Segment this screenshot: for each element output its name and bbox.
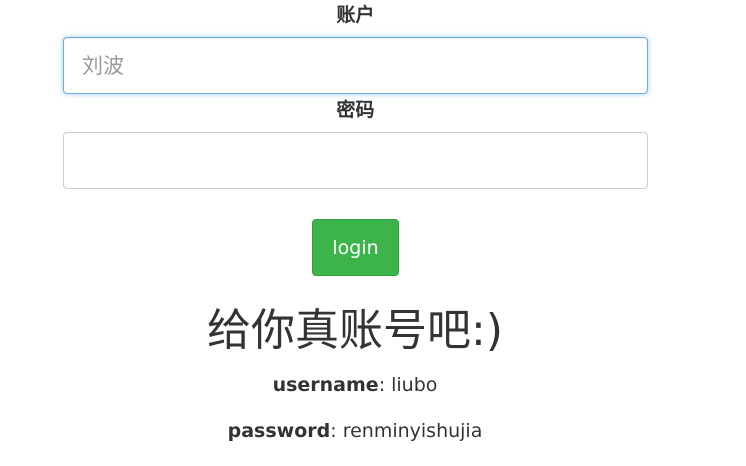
- password-input[interactable]: [63, 132, 648, 189]
- username-key: username: [272, 374, 379, 396]
- account-label: 账户: [336, 4, 375, 26]
- password-label: 密码: [336, 99, 375, 121]
- username-hint: username: liubo: [0, 372, 710, 398]
- login-button[interactable]: login: [312, 219, 399, 276]
- account-input[interactable]: [63, 37, 648, 94]
- hint-title: 给你真账号吧:): [207, 305, 503, 356]
- login-page: 账户 密码 login 给你真账号吧:) username: liubo pas…: [0, 0, 746, 466]
- password-key: password: [227, 420, 331, 442]
- password-value: : renminyishujia: [330, 420, 483, 442]
- username-value: : liubo: [378, 374, 438, 396]
- password-hint: password: renminyishujia: [0, 418, 710, 444]
